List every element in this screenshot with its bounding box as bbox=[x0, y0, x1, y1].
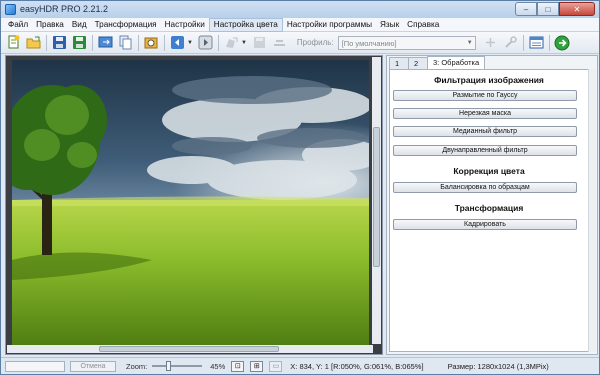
save-icon[interactable] bbox=[51, 34, 68, 51]
status-bar: Отмена Zoom: 45% ⊡ ⊞ ▭ X: 834, Y: 1 [R:0… bbox=[1, 357, 599, 374]
title-bar: easyHDR PRO 2.21.2 – □ ✕ bbox=[1, 1, 599, 18]
chevron-down-icon: ▼ bbox=[466, 39, 473, 46]
gaussian-blur-button[interactable]: Размытие по Гауссу bbox=[393, 90, 577, 101]
unsharp-mask-button[interactable]: Нерезкая маска bbox=[393, 108, 577, 119]
minimize-button[interactable]: – bbox=[515, 2, 537, 16]
median-filter-button[interactable]: Медианный фильтр bbox=[393, 126, 577, 137]
image-size: Размер: 1280x1024 (1,3MPix) bbox=[447, 361, 549, 371]
panel-tabs: 1 2 3: Обработка bbox=[389, 56, 486, 69]
pixel-coords: X: 834, Y: 1 [R:050%, G:061%, B:065%] bbox=[290, 361, 424, 371]
menu-settings[interactable]: Настройки bbox=[161, 18, 209, 32]
zoom-label: Zoom: bbox=[126, 361, 148, 371]
toolbar-separator bbox=[46, 34, 47, 51]
tab-body: Фильтрация изображения Размытие по Гаусс… bbox=[389, 69, 589, 352]
close-button[interactable]: ✕ bbox=[559, 2, 595, 16]
menu-color-settings[interactable]: Настройка цвета bbox=[208, 17, 283, 32]
toolbar-separator bbox=[217, 34, 219, 51]
settings-icon[interactable] bbox=[528, 34, 545, 51]
menu-transform[interactable]: Трансформация bbox=[91, 18, 161, 32]
section-title-color-correction: Коррекция цвета bbox=[453, 166, 525, 176]
open-folder-icon[interactable] bbox=[25, 34, 42, 51]
section-title-transform: Трансформация bbox=[454, 203, 524, 213]
menu-edit[interactable]: Правка bbox=[32, 18, 68, 32]
window-controls: – □ ✕ bbox=[515, 2, 595, 16]
toolbar-separator bbox=[138, 34, 139, 51]
sample-balance-button[interactable]: Балансировка по образцам bbox=[393, 182, 577, 193]
profile-label: Профиль: bbox=[296, 38, 334, 47]
app-window: easyHDR PRO 2.21.2 – □ ✕ Файл Правка Вид… bbox=[0, 0, 600, 375]
menu-file[interactable]: Файл bbox=[4, 18, 32, 32]
run-icon[interactable] bbox=[554, 34, 571, 51]
tab-processing[interactable]: 3: Обработка bbox=[427, 56, 486, 69]
zoom-slider-track bbox=[152, 365, 203, 367]
toolbar-separator bbox=[164, 34, 165, 51]
crop-button[interactable]: Кадрировать bbox=[393, 219, 577, 230]
cancel-button[interactable]: Отмена bbox=[70, 360, 116, 372]
add-profile-icon[interactable] bbox=[482, 34, 499, 51]
processing-panel: 1 2 3: Обработка Фильтрация изображения … bbox=[386, 55, 598, 355]
tab-1[interactable]: 1 bbox=[389, 57, 409, 69]
image-viewport[interactable] bbox=[5, 55, 383, 355]
compare-icon[interactable]: ▭ bbox=[269, 360, 283, 372]
toolbar-separator bbox=[92, 34, 93, 51]
toolbar: ▼ ▼ Профиль: [По умолчанию] ▼ bbox=[1, 32, 599, 54]
image-horizontal-scrollbar[interactable] bbox=[7, 345, 373, 353]
copy-icon[interactable] bbox=[117, 34, 134, 51]
tools-icon[interactable] bbox=[502, 34, 519, 51]
toolbar-separator bbox=[548, 34, 550, 51]
reset-icon[interactable] bbox=[271, 34, 288, 51]
process-icon[interactable] bbox=[223, 34, 240, 51]
hdr-photo-image bbox=[12, 60, 369, 346]
menu-bar: Файл Правка Вид Трансформация Настройки … bbox=[1, 17, 599, 32]
menu-help[interactable]: Справка bbox=[403, 18, 443, 32]
menu-language[interactable]: Язык bbox=[376, 18, 403, 32]
scrollbar-thumb[interactable] bbox=[373, 127, 380, 267]
scrollbar-thumb[interactable] bbox=[99, 346, 279, 352]
profile-select-value: [По умолчанию] bbox=[341, 38, 397, 48]
prev-icon[interactable] bbox=[169, 34, 186, 51]
maximize-button[interactable]: □ bbox=[537, 2, 559, 16]
menu-program-settings[interactable]: Настройки программы bbox=[283, 18, 376, 32]
zoom-value: 45% bbox=[210, 361, 226, 371]
progress-bar bbox=[5, 360, 65, 372]
zoom-slider-knob[interactable] bbox=[166, 361, 172, 371]
bilateral-filter-button[interactable]: Двунаправленный фильтр bbox=[393, 145, 577, 156]
save-profile-icon[interactable] bbox=[251, 34, 268, 51]
fit-window-icon[interactable]: ⊡ bbox=[231, 360, 245, 372]
save-as-icon[interactable] bbox=[71, 34, 88, 51]
zoom-slider[interactable] bbox=[152, 361, 203, 371]
actual-size-icon[interactable]: ⊞ bbox=[250, 360, 264, 372]
chevron-down-icon[interactable]: ▼ bbox=[187, 40, 193, 46]
app-logo-icon bbox=[5, 4, 16, 15]
profile-select[interactable]: [По умолчанию] ▼ bbox=[337, 35, 476, 50]
window-title: easyHDR PRO 2.21.2 bbox=[20, 4, 109, 14]
chevron-down-icon[interactable]: ▼ bbox=[241, 40, 247, 46]
open-new-icon[interactable] bbox=[5, 34, 22, 51]
section-title-filtering: Фильтрация изображения bbox=[434, 75, 544, 85]
panel-scrollbar[interactable] bbox=[588, 69, 596, 352]
toolbar-separator bbox=[522, 34, 524, 51]
next-icon[interactable] bbox=[197, 34, 214, 51]
menu-view[interactable]: Вид bbox=[68, 18, 91, 32]
tab-2[interactable]: 2 bbox=[408, 57, 428, 69]
image-vertical-scrollbar[interactable] bbox=[372, 57, 381, 344]
export-icon[interactable] bbox=[97, 34, 114, 51]
batch-icon[interactable] bbox=[143, 34, 160, 51]
